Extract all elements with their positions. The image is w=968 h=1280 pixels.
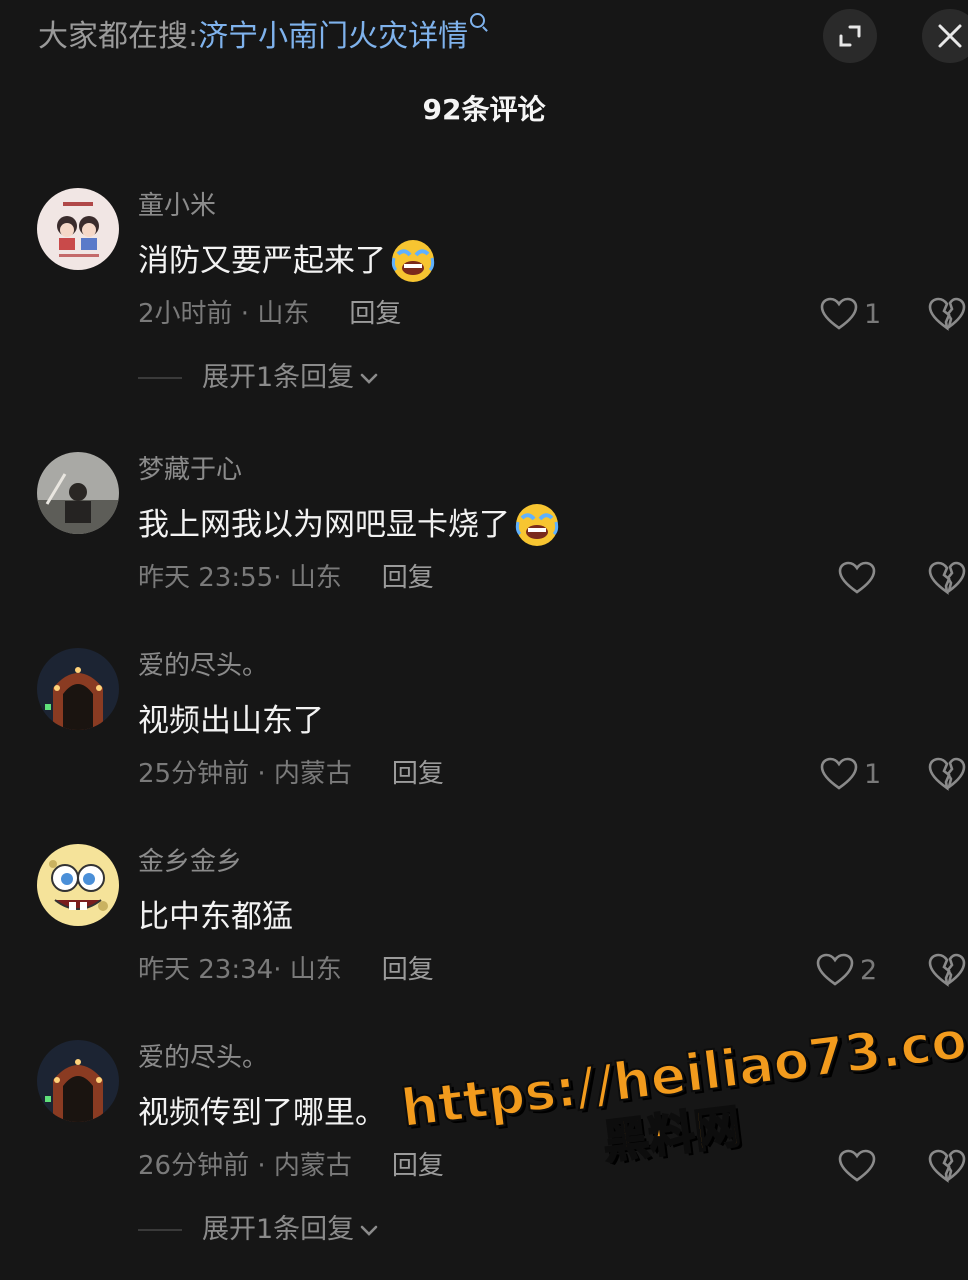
comment-text: 视频出山东了 (138, 698, 324, 744)
heart-icon (816, 953, 854, 986)
comment-item: 爱的尽头。 视频传到了哪里。 26分钟前 · 内蒙古 回复 展开1条回复 (0, 1040, 968, 1270)
comment-meta: 25分钟前 · 内蒙古 回复 (138, 756, 444, 792)
chevron-down-icon (360, 1225, 378, 1236)
dislike-button[interactable] (928, 294, 966, 334)
meta-separator: · (249, 759, 274, 789)
comment-username[interactable]: 爱的尽头。 (138, 1040, 268, 1076)
broken-heart-icon (928, 561, 966, 595)
comment-item: 金乡金乡 比中东都猛 昨天 23:34 · 山东 回复 2 (0, 844, 968, 994)
expand-replies-label: 展开1条回复 (202, 1214, 355, 1245)
comment-location: 山东 (257, 299, 310, 329)
comment-location: 山东 (289, 955, 342, 985)
like-count: 1 (864, 298, 882, 330)
expand-icon (839, 25, 861, 47)
expand-replies-button[interactable]: 展开1条回复 (138, 1210, 380, 1250)
broken-heart-icon (928, 757, 966, 791)
comment-text-content: 比中东都猛 (138, 899, 293, 935)
comment-count-title: 92条评论 (422, 93, 546, 126)
expand-fullscreen-button[interactable] (823, 9, 877, 63)
dislike-button[interactable] (928, 558, 966, 598)
comment-time: 25分钟前 (138, 759, 250, 789)
meta-separator: · (273, 563, 290, 593)
comment-text: 我上网我以为网吧显卡烧了 (138, 502, 560, 548)
comment-item: 梦藏于心 我上网我以为网吧显卡烧了 昨天 23:55 · 山东 回复 (0, 452, 968, 602)
reply-button[interactable]: 回复 (382, 952, 434, 988)
comment-location: 内蒙古 (273, 1151, 352, 1181)
comment-time: 昨天 23:55 (138, 563, 274, 593)
like-button[interactable]: 2 (816, 950, 877, 990)
meta-separator: · (249, 1151, 274, 1181)
grimacing-cry-emoji-icon (391, 240, 435, 282)
comment-text: 比中东都猛 (138, 894, 293, 940)
heart-icon (820, 297, 858, 330)
reply-button[interactable]: 回复 (392, 756, 444, 792)
reply-button[interactable]: 回复 (349, 296, 401, 332)
dislike-button[interactable] (928, 1146, 966, 1186)
like-button[interactable]: 1 (820, 754, 881, 794)
comment-meta: 昨天 23:34 · 山东 回复 (138, 952, 434, 988)
avatar[interactable] (37, 648, 119, 730)
comment-meta: 26分钟前 · 内蒙古 回复 (138, 1148, 444, 1184)
comment-text: 消防又要严起来了 (138, 238, 436, 284)
avatar[interactable] (37, 1040, 119, 1122)
expand-replies-button[interactable]: 展开1条回复 (138, 358, 380, 398)
like-count: 1 (864, 758, 882, 790)
close-button[interactable] (922, 9, 968, 63)
divider (138, 377, 182, 379)
dislike-button[interactable] (928, 950, 966, 990)
broken-heart-icon (928, 953, 966, 987)
trending-search-term[interactable]: 济宁小南门火灾详情 (198, 19, 468, 54)
trending-search-prefix: 大家都在搜: (38, 19, 199, 54)
comment-text-content: 视频传到了哪里。 (138, 1095, 386, 1131)
comment-location: 内蒙古 (273, 759, 352, 789)
grimacing-cry-emoji-icon (515, 504, 559, 546)
comment-time: 26分钟前 (138, 1151, 250, 1181)
divider (138, 1229, 182, 1231)
reply-button[interactable]: 回复 (392, 1148, 444, 1184)
comment-username[interactable]: 梦藏于心 (138, 452, 242, 488)
close-icon (938, 24, 962, 48)
comment-location: 山东 (289, 563, 342, 593)
comment-item: 童小米 消防又要严起来了 2小时前 · 山东 回复 1 展开1条回复 (0, 188, 968, 408)
top-bar: 大家都在搜:济宁小南门火灾详情 (0, 0, 968, 80)
chevron-down-icon (360, 373, 378, 384)
heart-icon (838, 1149, 876, 1182)
heart-icon (838, 561, 876, 594)
comment-username[interactable]: 金乡金乡 (138, 844, 242, 880)
meta-separator: · (232, 299, 258, 329)
like-button[interactable] (838, 1146, 882, 1186)
reply-button[interactable]: 回复 (382, 560, 434, 596)
comment-username[interactable]: 童小米 (138, 188, 216, 224)
search-icon (470, 13, 486, 28)
meta-separator: · (273, 955, 290, 985)
trending-search-hint[interactable]: 大家都在搜:济宁小南门火灾详情 (38, 13, 486, 60)
broken-heart-icon (928, 1149, 966, 1183)
comment-meta: 2小时前 · 山东 回复 (138, 296, 401, 332)
comment-time: 2小时前 (138, 299, 233, 329)
like-button[interactable]: 1 (820, 294, 881, 334)
like-count: 2 (860, 954, 878, 986)
like-button[interactable] (838, 558, 882, 598)
comment-item: 爱的尽头。 视频出山东了 25分钟前 · 内蒙古 回复 1 (0, 648, 968, 798)
comment-meta: 昨天 23:55 · 山东 回复 (138, 560, 434, 596)
comment-text-content: 我上网我以为网吧显卡烧了 (138, 507, 510, 543)
comment-text: 视频传到了哪里。 (138, 1090, 386, 1136)
avatar[interactable] (37, 452, 119, 534)
comment-text-content: 视频出山东了 (138, 703, 324, 739)
dislike-button[interactable] (928, 754, 966, 794)
avatar[interactable] (37, 188, 119, 270)
comment-username[interactable]: 爱的尽头。 (138, 648, 268, 684)
comment-time: 昨天 23:34 (138, 955, 274, 985)
avatar[interactable] (37, 844, 119, 926)
expand-replies-label: 展开1条回复 (202, 362, 355, 393)
comment-text-content: 消防又要严起来了 (138, 243, 386, 279)
broken-heart-icon (928, 297, 966, 331)
heart-icon (820, 757, 858, 790)
